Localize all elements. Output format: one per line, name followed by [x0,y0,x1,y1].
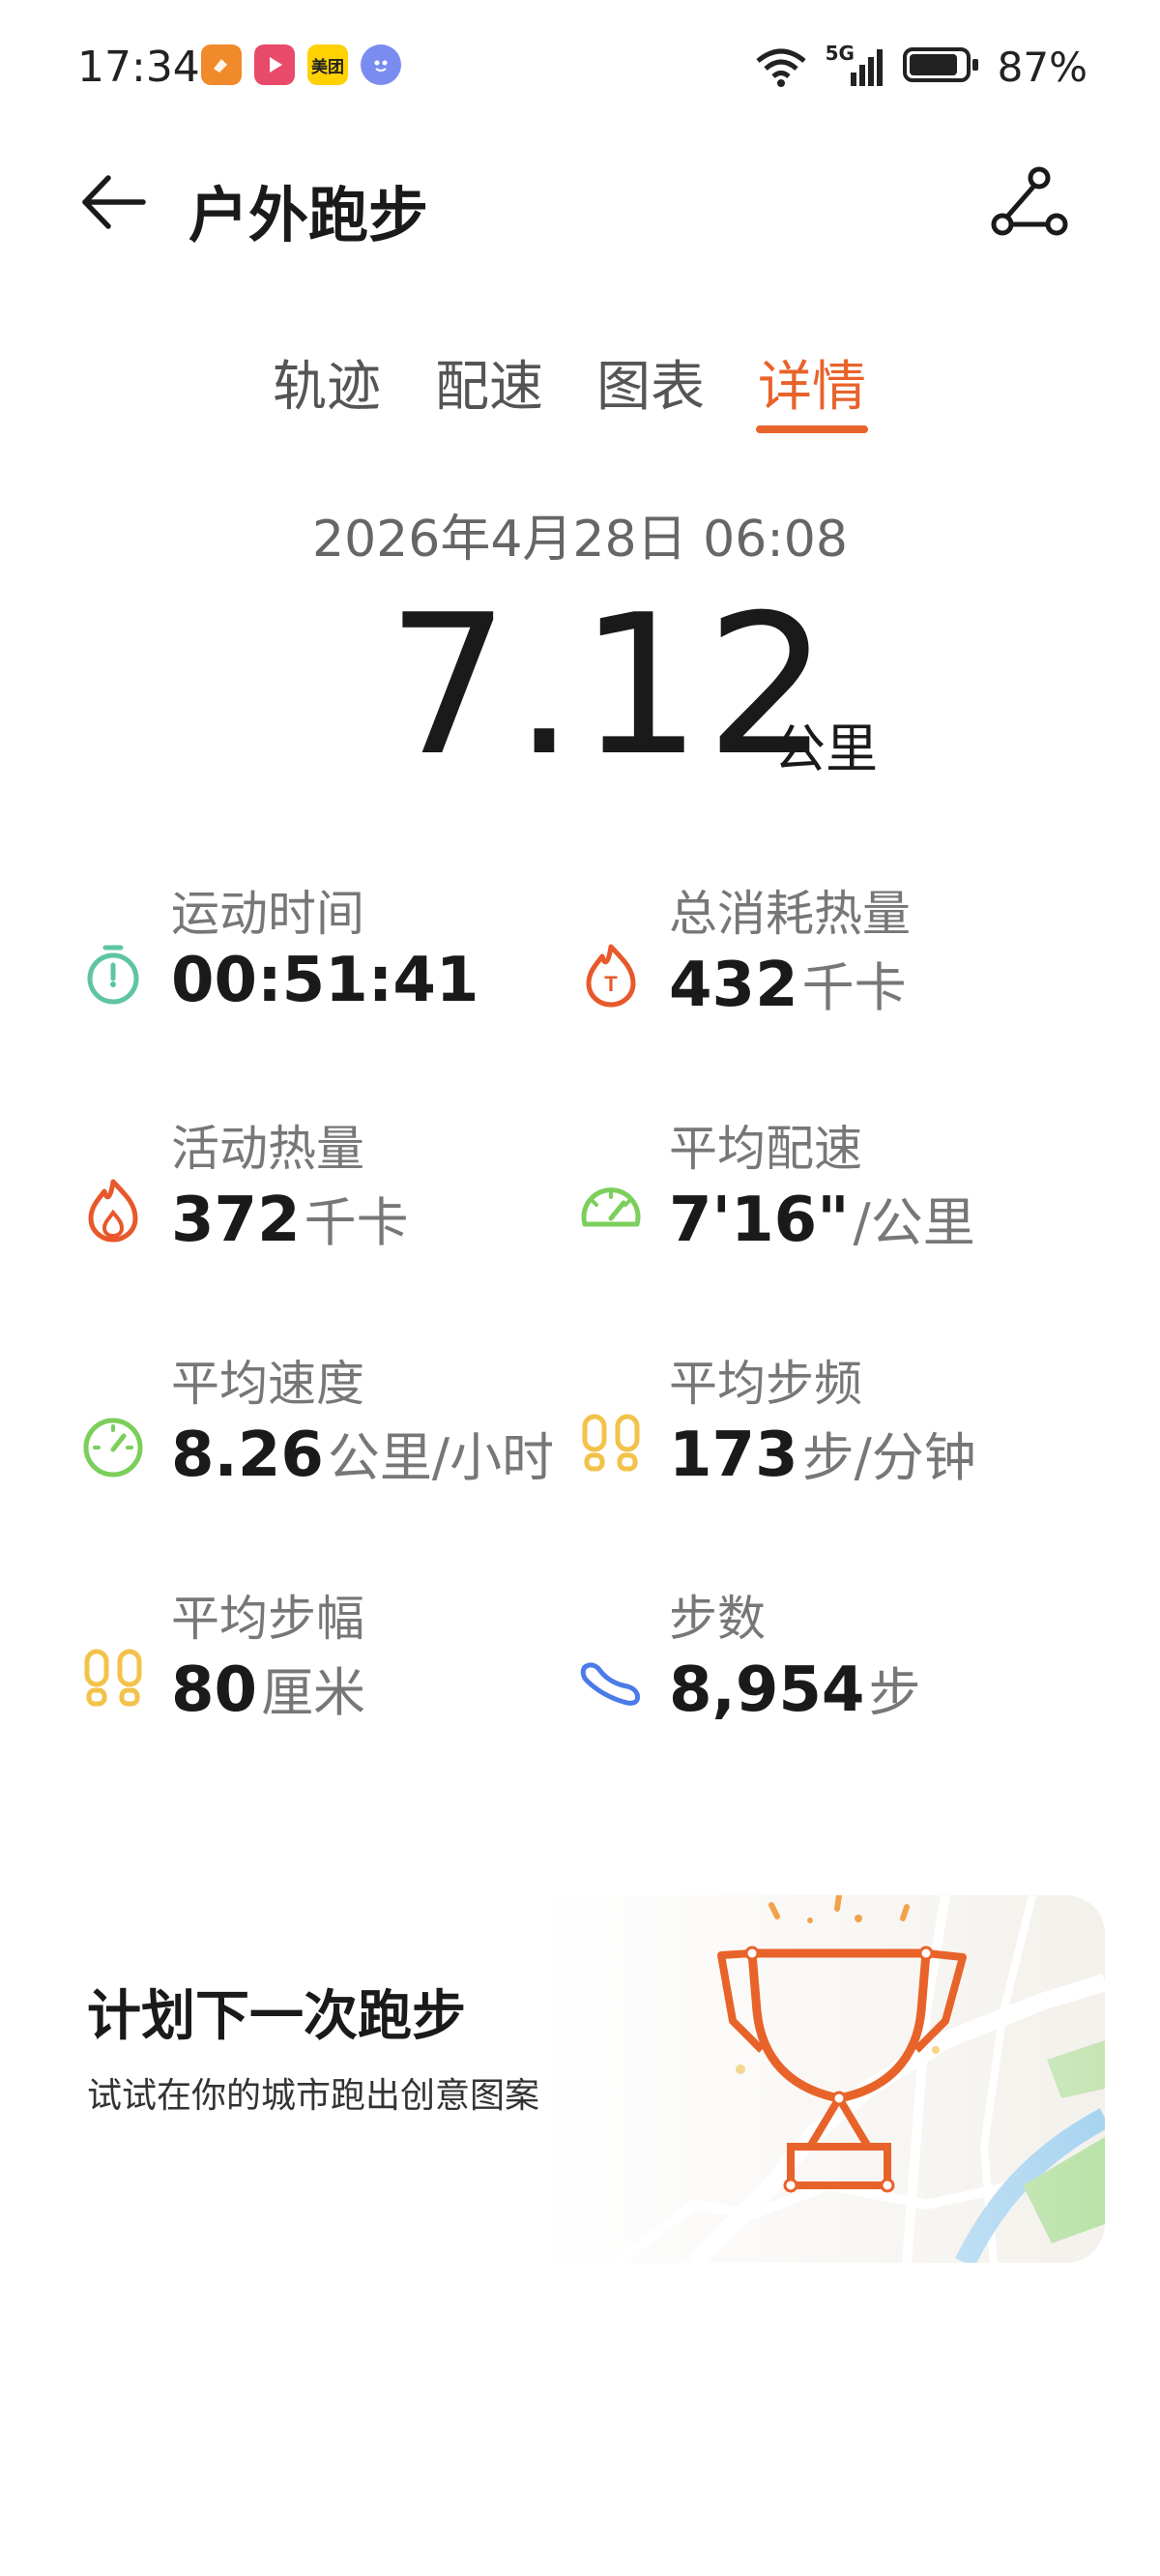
svg-text:T: T [604,972,618,996]
pace-gauge-icon [581,1187,641,1227]
distance-summary: 7.12 公里 [0,590,1160,803]
workout-datetime: 2026年4月28日 06:08 [312,511,848,569]
meituan-icon: 美团 [307,44,348,85]
tab-track[interactable]: 轨迹 [273,343,381,422]
active-tab-indicator [756,425,868,433]
stat-avg-speed: 平均速度 8.26公里/小时 [79,1345,582,1538]
battery-percent: 87% [997,43,1088,91]
stat-value: 8.26 [171,1420,324,1491]
stat-value: 8,954 [669,1654,865,1726]
stat-value: 7'16" [669,1185,850,1256]
stat-label: 平均速度 [171,1356,364,1412]
stat-avg-pace: 平均配速 7'16"/公里 [577,1110,1080,1303]
stat-label: 平均配速 [669,1121,862,1177]
battery-fill [909,54,957,75]
tab-pace[interactable]: 配速 [435,343,543,422]
total-calories-flame-icon: T [586,944,636,1008]
wifi-icon [756,48,806,87]
stat-value: 432 [669,950,798,1021]
stat-label: 平均步幅 [171,1591,364,1647]
stat-label: 活动热量 [171,1121,364,1177]
shoe-icon [580,1662,640,1706]
stat-label: 运动时间 [171,886,364,942]
stat-avg-stride: 平均步幅 80厘米 [79,1580,582,1773]
stat-value: 80 [171,1654,258,1726]
distance-value: 7.12 [387,573,833,799]
page-title: 户外跑步 [188,180,429,250]
stat-label: 总消耗热量 [669,886,911,942]
stat-unit: 千卡 [304,1192,409,1253]
smile-app-icon [361,44,401,85]
stat-value: 372 [171,1185,301,1256]
stat-avg-cadence: 平均步频 173步/分钟 [577,1345,1080,1538]
cellular-signal-icon: 5G [826,42,885,88]
promo-subtitle: 试试在你的城市跑出创意图案 [87,2076,540,2116]
stat-unit: 千卡 [801,957,907,1018]
stat-total-calories: T 总消耗热量 432千卡 [577,875,1080,1068]
stat-label: 平均步频 [669,1356,862,1412]
back-button[interactable] [75,164,151,240]
stat-unit: 公里/小时 [327,1427,555,1488]
stat-unit: 步/分钟 [801,1427,976,1488]
promo-title: 计划下一次跑步 [87,1985,466,2048]
stopwatch-icon [87,945,139,1005]
route-share-button[interactable] [991,164,1068,242]
tab-details[interactable]: 详情 [758,343,866,422]
app-orange-icon [201,44,242,85]
flame-icon [88,1179,138,1243]
stat-value: 173 [669,1420,798,1491]
distance-unit: 公里 [773,718,878,779]
stat-unit: 厘米 [261,1662,366,1723]
tab-charts[interactable]: 图表 [596,343,705,422]
stat-label: 步数 [669,1591,766,1647]
footprints-icon [582,1414,640,1472]
status-time: 17:34 [77,43,200,92]
trophy-icon [717,1895,967,2193]
video-app-icon [254,44,295,85]
back-arrow-icon [82,175,146,229]
stat-active-calories: 活动热量 372千卡 [79,1110,582,1303]
stat-duration: 运动时间 00:51:41 [79,875,582,1068]
route-icon [991,166,1068,236]
stat-unit: /公里 [853,1192,975,1253]
battery-icon [902,47,980,86]
stat-unit: 步 [868,1662,921,1723]
footprints-icon [84,1649,142,1707]
plan-next-run-card[interactable]: 计划下一次跑步 试试在你的城市跑出创意图案 [75,1895,1105,2263]
tab-bar: 轨迹 配速 图表 详情 [0,343,1160,440]
speedometer-icon [83,1418,143,1478]
stat-value: 00:51:41 [171,945,479,1016]
stat-steps: 步数 8,954步 [577,1580,1080,1773]
status-bar: 17:34 美团 5G 87% [0,0,1160,145]
